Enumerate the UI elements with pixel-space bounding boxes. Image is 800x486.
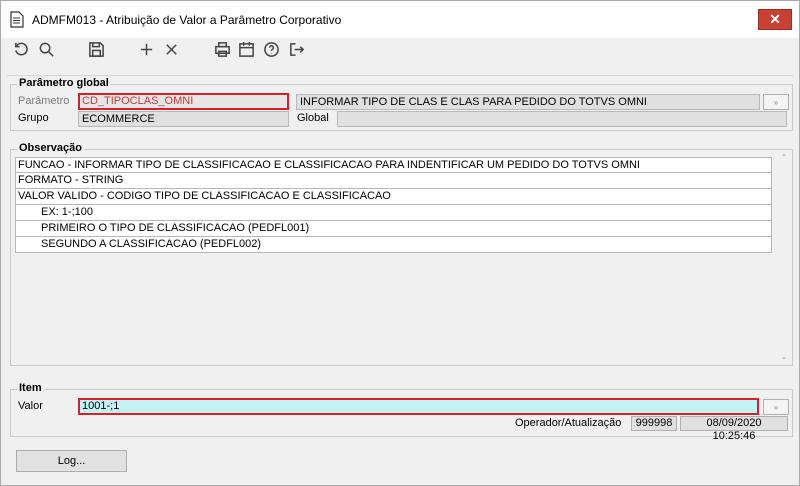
parametro-global-legend: Parâmetro global [17,77,111,89]
save-icon[interactable] [86,39,106,59]
undo-icon[interactable] [11,39,31,59]
item-group: Item Valor 1001-;1 » Operador/Atualizaçã… [10,382,793,442]
valor-input[interactable]: 1001-;1 [78,398,759,415]
global-field [337,111,787,127]
calendar-icon[interactable] [236,39,256,59]
list-item: PRIMEIRO O TIPO DE CLASSIFICACAO (PEDFL0… [15,221,772,237]
toolbar [0,38,800,62]
operador-label: Operador/Atualização [515,417,622,429]
add-icon[interactable] [136,39,156,59]
observacao-legend: Observação [17,142,84,154]
print-icon[interactable] [212,39,232,59]
parametro-label: Parâmetro [18,95,70,107]
list-item: VALOR VALIDO - CODIGO TIPO DE CLASSIFICA… [15,189,772,205]
list-item: FUNCAO - INFORMAR TIPO DE CLASSIFICACAO … [15,157,772,173]
global-label: Global [297,112,329,124]
list-item: SEGUNDO A CLASSIFICACAO (PEDFL002) [15,237,772,253]
list-item: EX: 1-;100 [15,205,772,221]
title-bar: ADMFM013 - Atribuição de Valor a Parâmet… [0,0,800,38]
log-button[interactable]: Log... [16,450,127,472]
observacao-list[interactable]: FUNCAO - INFORMAR TIPO DE CLASSIFICACAO … [15,157,772,253]
close-button[interactable]: ✕ [758,9,792,30]
close-icon: ✕ [769,11,781,27]
form-body: Parâmetro global Parâmetro CD_TIPOCLAS_O… [0,62,800,486]
grupo-label: Grupo [18,112,49,124]
document-icon [10,11,24,28]
parametro-lookup-button[interactable]: » [763,94,789,110]
observacao-scrollbar[interactable]: ⌃ ⌄ [777,151,791,364]
parametro-field[interactable]: CD_TIPOCLAS_OMNI [78,93,289,110]
list-item: FORMATO - STRING [15,173,772,189]
parametro-description: INFORMAR TIPO DE CLAS E CLAS PARA PEDIDO… [296,94,760,110]
scroll-down-icon[interactable]: ⌄ [779,352,789,362]
parametro-global-group: Parâmetro global Parâmetro CD_TIPOCLAS_O… [10,77,793,131]
log-button-label: Log... [57,455,86,467]
valor-label: Valor [18,400,43,412]
observacao-group: Observação FUNCAO - INFORMAR TIPO DE CLA… [10,142,793,366]
delete-icon[interactable] [161,39,181,59]
item-legend: Item [17,382,44,394]
atualizacao-field: 08/09/2020 10:25:46 [680,416,788,442]
divider [7,75,793,76]
window-title: ADMFM013 - Atribuição de Valor a Parâmet… [32,13,342,27]
operador-field: 999998 [631,416,677,431]
search-icon[interactable] [36,39,56,59]
grupo-field: ECOMMERCE [78,111,289,127]
help-icon[interactable] [261,39,281,59]
exit-icon[interactable] [286,39,306,59]
valor-lookup-button[interactable]: » [763,399,789,415]
scroll-up-icon[interactable]: ⌃ [779,153,789,163]
